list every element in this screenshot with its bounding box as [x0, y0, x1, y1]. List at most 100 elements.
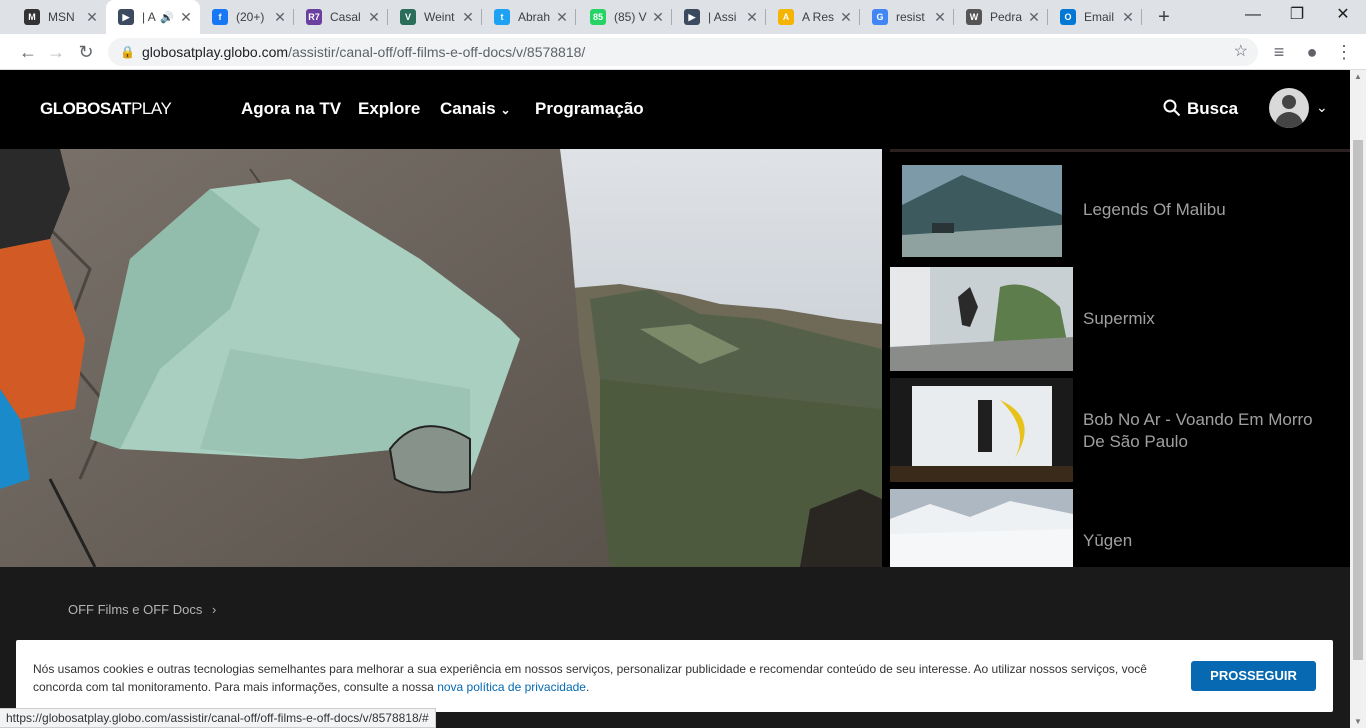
search-button[interactable]: Busca	[1163, 99, 1238, 119]
tab-label: | Assi	[708, 10, 737, 24]
speaker-icon[interactable]: 🔊	[160, 11, 174, 24]
drive-icon: A	[778, 9, 794, 25]
status-url: https://globosatplay.globo.com/assistir/…	[0, 708, 436, 728]
tab-label: A Res	[802, 10, 835, 24]
browser-tab-strip: O Email ✕ W Pedra ✕ Gresist ✕ A A Res ✕ ▶ | Assi ✕ 85(…	[0, 0, 1366, 34]
logo-bold-text: GLOBOSAT	[40, 99, 132, 118]
close-window-button[interactable]: ✕	[1320, 0, 1366, 34]
video-title[interactable]: Supermix	[1083, 308, 1323, 330]
tab-separator	[671, 9, 672, 25]
tab-play[interactable]: ▶ | A 🔊 ✕	[106, 0, 200, 34]
accept-cookies-button[interactable]: PROSSEGUIR	[1191, 661, 1316, 691]
tab-google[interactable]: Gresist ✕	[860, 0, 954, 34]
cookie-text: Nós usamos cookies e outras tecnologias …	[33, 662, 1147, 694]
tab-separator	[387, 9, 388, 25]
list-item[interactable]: Yūgen	[890, 489, 1350, 567]
tab-separator	[859, 9, 860, 25]
restore-button[interactable]: ❐	[1274, 0, 1320, 34]
tab-label: Weint	[424, 10, 455, 24]
tab-label: | A	[142, 10, 156, 24]
list-item[interactable]: Legends Of Malibu	[890, 162, 1350, 266]
tab-wikipedia[interactable]: W Pedra ✕	[954, 0, 1048, 34]
nav-agora-na-tv[interactable]: Agora na TV	[241, 99, 341, 119]
twitter-icon: t	[494, 9, 510, 25]
menu-kebab-icon[interactable]: ⋮	[1332, 40, 1356, 64]
url-path: /assistir/canal-off/off-films-e-off-docs…	[288, 44, 586, 60]
tab-drive[interactable]: A A Res ✕	[766, 0, 860, 34]
close-tab-icon[interactable]: ✕	[366, 9, 382, 26]
video-title[interactable]: Legends Of Malibu	[1083, 199, 1323, 221]
close-tab-icon[interactable]: ✕	[554, 9, 570, 26]
close-tab-icon[interactable]: ✕	[1026, 9, 1042, 26]
close-tab-icon[interactable]: ✕	[744, 9, 760, 26]
breadcrumb-label: OFF Films e OFF Docs	[68, 602, 203, 617]
scrollbar-thumb[interactable]	[1353, 140, 1363, 660]
wikipedia-icon: W	[966, 9, 982, 25]
profile-icon[interactable]: ●	[1300, 40, 1324, 64]
tab-whatsapp[interactable]: 85 (85) V ✕	[578, 0, 672, 34]
tab-label: Email	[1084, 10, 1115, 24]
tab-label: Casal	[330, 10, 361, 24]
user-avatar[interactable]	[1269, 88, 1309, 128]
tab-separator	[1047, 9, 1048, 25]
tab-valor[interactable]: V Weint ✕	[388, 0, 482, 34]
tab-label: MSN	[48, 10, 75, 24]
cookie-banner: Nós usamos cookies e outras tecnologias …	[16, 640, 1333, 712]
url-host: globosatplay.globo.com	[142, 44, 289, 60]
video-thumbnail	[902, 165, 1062, 257]
tab-facebook[interactable]: f (20+) ✕	[200, 0, 294, 34]
chevron-down-icon: ⌄	[500, 103, 511, 117]
chevron-down-icon[interactable]: ⌄	[1316, 99, 1328, 116]
lock-icon: 🔒	[120, 45, 135, 59]
video-title[interactable]: Bob No Ar - Voando Em Morro De São Paulo	[1083, 409, 1323, 453]
tab-label: (85) V	[614, 10, 647, 24]
tab-msn[interactable]: M MSN ✕	[12, 0, 106, 34]
tab-twitter[interactable]: t Abrah ✕	[482, 0, 576, 34]
page-content: GLOBOSATPLAY Agora na TV Explore Canais …	[0, 70, 1350, 728]
tab-separator	[293, 9, 294, 25]
scroll-up-icon[interactable]: ▲	[1354, 72, 1362, 81]
outlook-icon: O	[1060, 9, 1076, 25]
tab-play[interactable]: ▶ | Assi ✕	[672, 0, 766, 34]
cookie-text-end: .	[585, 680, 590, 694]
nav-canais[interactable]: Canais ⌄	[440, 99, 511, 119]
play-icon: ▶	[684, 9, 700, 25]
reload-button[interactable]: ↻	[74, 40, 98, 64]
bookmark-star-icon[interactable]: ☆	[1234, 38, 1248, 66]
logo-thin-text: PLAY	[131, 99, 172, 118]
list-item[interactable]: Supermix	[890, 267, 1350, 371]
privacy-policy-link[interactable]: nova política de privacidade	[437, 680, 586, 694]
list-item[interactable]: Bob No Ar - Voando Em Morro De São Paulo	[890, 378, 1350, 482]
close-tab-icon[interactable]: ✕	[838, 9, 854, 26]
globosatplay-logo[interactable]: GLOBOSATPLAY	[40, 99, 172, 119]
close-tab-icon[interactable]: ✕	[178, 9, 194, 26]
new-tab-button[interactable]: +	[1153, 6, 1175, 28]
nav-programacao[interactable]: Programação	[535, 99, 644, 119]
video-title[interactable]: Yūgen	[1083, 530, 1323, 552]
breadcrumb[interactable]: OFF Films e OFF Docs ›	[68, 602, 216, 617]
tab-separator	[575, 9, 576, 25]
msn-icon: M	[24, 9, 40, 25]
tab-label: Pedra	[990, 10, 1023, 24]
minimize-button[interactable]: —	[1230, 0, 1276, 34]
tab-separator	[1141, 9, 1142, 25]
close-tab-icon[interactable]: ✕	[84, 9, 100, 26]
tab-outlook[interactable]: O Email ✕	[1048, 0, 1142, 34]
tab-r7[interactable]: R7 Casal ✕	[294, 0, 388, 34]
tab-label: resist	[896, 10, 925, 24]
close-tab-icon[interactable]: ✕	[272, 9, 288, 26]
nav-explore[interactable]: Explore	[358, 99, 420, 119]
media-control-icon[interactable]: ≡	[1267, 40, 1291, 64]
scrollbar[interactable]: ▲ ▼	[1350, 70, 1366, 728]
video-player[interactable]	[0, 149, 882, 567]
back-button[interactable]: ←	[16, 40, 40, 64]
close-tab-icon[interactable]: ✕	[932, 9, 948, 26]
close-tab-icon[interactable]: ✕	[650, 9, 666, 26]
forward-button[interactable]: →	[44, 40, 68, 64]
scroll-down-icon[interactable]: ▼	[1354, 717, 1362, 726]
tab-separator	[953, 9, 954, 25]
tab-separator	[765, 9, 766, 25]
close-tab-icon[interactable]: ✕	[460, 9, 476, 26]
url-field[interactable]: 🔒 globosatplay.globo.com/assistir/canal-…	[108, 38, 1258, 66]
close-tab-icon[interactable]: ✕	[1120, 9, 1136, 26]
